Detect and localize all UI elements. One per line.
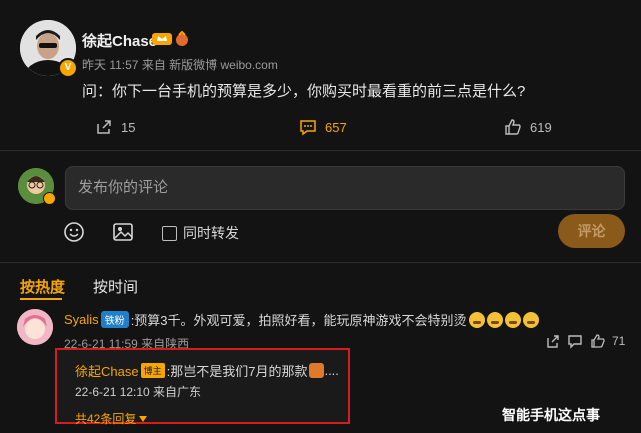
sweat-emoji-icon [486,311,503,328]
tab-active-underline [20,298,62,300]
comment-share-icon[interactable] [545,333,561,349]
repost-label: 同时转发 [183,225,239,241]
post-time: 昨天 11:57 [82,58,139,72]
share-icon [97,120,111,134]
repost-checkbox[interactable]: 同时转发 [162,223,239,243]
author-username[interactable]: 徐起Chase [82,30,157,51]
share-count: 15 [121,119,136,135]
comment-reply-icon[interactable] [567,333,583,349]
section-divider [0,150,641,151]
reply-text: :那岂不是我们7月的那款 [166,364,308,379]
reply-ellipsis: .... [324,363,339,378]
reply-line: 徐起Chase 博主 :那岂不是我们7月的那款 .... [75,361,339,380]
reply-meta: 22-6-21 12:10 来自广东 [75,385,202,399]
more-replies-link[interactable]: 共42条回复 [75,410,148,427]
comment-like-count: 71 [612,334,626,348]
thumbs-up-icon [591,334,605,348]
post-text: 问：你下一台手机的预算是多少，你购买时最看重的前三点是什么? [82,83,526,100]
like-count: 619 [530,119,552,135]
thumbs-up-icon [505,119,521,135]
commenter-avatar[interactable] [17,309,53,345]
comment-line: Syalis 铁粉 :预算3千。外观可爱，拍照好看，能玩原神游戏不会特别烫 [64,310,539,329]
share-button[interactable]: 15 [95,118,135,136]
comment-button[interactable]: 657 [299,118,347,136]
crown-icon [152,33,172,45]
submit-comment-button[interactable]: 评论 [558,214,625,248]
sweat-emoji-icon [504,311,521,328]
post-source: 来自 新版微博 weibo.com [141,58,278,72]
post-meta: 昨天 11:57 来自 新版微博 weibo.com [82,56,278,73]
tab-time[interactable]: 按时间 [93,276,138,297]
like-button[interactable]: 619 [504,118,552,136]
comment-like-button[interactable]: 71 [590,333,625,349]
emoji-icon[interactable] [63,221,85,243]
chevron-down-icon [139,415,148,422]
verified-badge: V [58,58,78,78]
tab-hot[interactable]: 按热度 [20,276,65,297]
image-icon[interactable] [112,221,134,243]
comment-icon [300,120,316,136]
comment-input[interactable]: 发布你的评论 [65,166,625,210]
comment-count: 657 [325,119,347,135]
author-tag: 博主 [140,363,165,378]
sweat-emoji-icon [468,311,485,328]
more-replies-label: 共42条回复 [75,412,137,426]
checkbox-box[interactable] [162,225,177,241]
member-level-icon [176,31,188,46]
reply-emoji-icon [309,363,325,378]
fan-badge: 铁粉 [100,311,129,328]
my-level-badge [43,192,56,205]
watermark: 智能手机这点事 [502,407,600,423]
commenter-username[interactable]: Syalis [64,312,99,327]
section-divider [0,262,641,263]
comment-text: :预算3千。外观可爱，拍照好看，能玩原神游戏不会特别烫 [130,313,467,328]
sweat-emoji-icon [522,311,539,328]
reply-username[interactable]: 徐起Chase [75,361,139,380]
